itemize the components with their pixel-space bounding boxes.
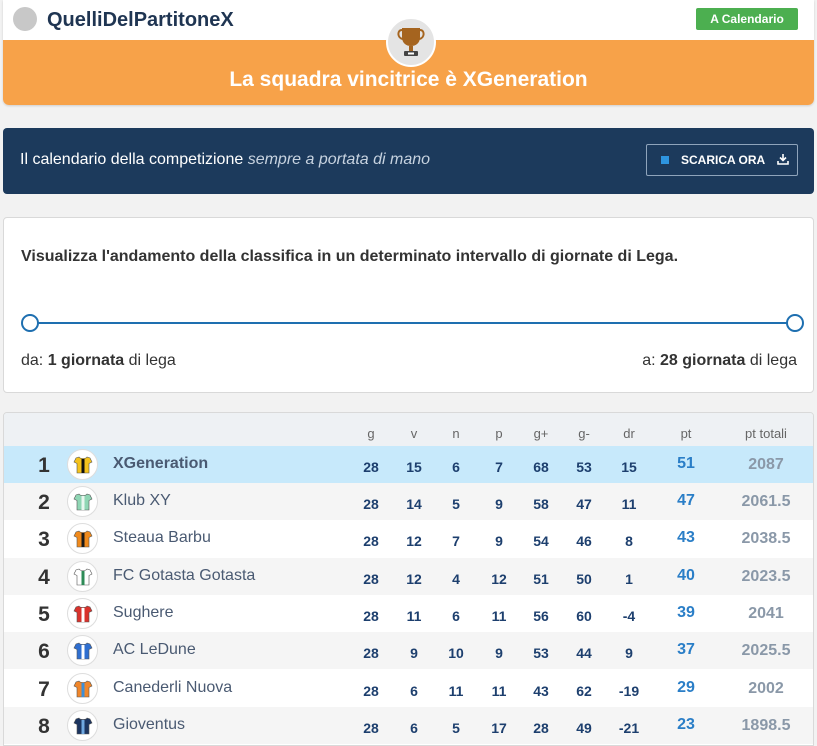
cell-goal-diff: 15 <box>621 459 637 475</box>
table-row[interactable]: 5 Sughere 28 11 6 11 56 60 -4 39 2041 <box>4 595 813 632</box>
rank-position: 2 <box>38 491 50 514</box>
cell-points: 29 <box>677 679 695 696</box>
cell-total-points: 2038.5 <box>741 530 791 547</box>
jersey-icon <box>67 523 98 554</box>
cell-goals-against: 49 <box>576 720 592 736</box>
calendar-button[interactable]: A Calendario <box>696 8 798 30</box>
cell-goal-diff: 9 <box>625 645 633 661</box>
range-to-label: a: 28 giornata di lega <box>642 352 797 370</box>
cell-total-points: 2025.5 <box>741 642 791 659</box>
download-button-label: SCARICA ORA <box>681 153 766 167</box>
range-from-prefix: da: <box>21 352 44 369</box>
winner-text: La squadra vincitrice è XGeneration <box>229 68 588 91</box>
range-from-label: da: 1 giornata di lega <box>21 352 176 370</box>
jersey-icon <box>67 635 98 666</box>
table-row[interactable]: 2 Klub XY 28 14 5 9 58 47 11 47 2061.5 <box>4 483 813 520</box>
banner-text-italic: sempre a portata di mano <box>247 151 431 168</box>
header-points[interactable]: pt <box>661 426 711 441</box>
cell-total-points: 2023.5 <box>741 568 791 585</box>
cell-points: 37 <box>677 641 695 658</box>
cell-goals-against: 46 <box>576 533 592 549</box>
table-row[interactable]: 4 FC Gotasta Gotasta 28 12 4 12 51 50 1 40 2023.5 <box>4 558 813 595</box>
cell-total-points: 2041 <box>748 605 784 622</box>
download-button[interactable]: SCARICA ORA <box>646 144 798 176</box>
rank-position: 3 <box>38 528 50 551</box>
jersey-icon <box>67 486 98 517</box>
header-goal-diff[interactable]: dr <box>604 426 654 441</box>
header-goals-against[interactable]: g- <box>559 426 609 441</box>
cell-points: 40 <box>677 567 695 584</box>
team-name-link[interactable]: Steaua Barbu <box>113 529 211 547</box>
league-header: QuelliDelPartitoneX A Calendario La squa… <box>3 0 814 105</box>
table-row[interactable]: 1 XGeneration 28 15 6 7 68 53 15 51 2087 <box>4 446 813 483</box>
cell-goals-against: 62 <box>576 683 592 699</box>
rank-position: 4 <box>38 566 50 589</box>
range-to-prefix: a: <box>642 352 656 369</box>
square-icon <box>661 156 669 164</box>
cell-goal-diff: -19 <box>618 683 640 699</box>
cell-goal-diff: -4 <box>622 608 636 624</box>
jersey-icon <box>67 561 98 592</box>
rank-position: 7 <box>38 678 50 701</box>
jersey-icon <box>67 449 98 480</box>
range-to-suffix: di lega <box>749 352 797 369</box>
range-to-value: 28 giornata <box>660 352 746 369</box>
cell-total-points: 1898.5 <box>741 717 791 734</box>
cell-goal-diff: 8 <box>625 533 633 549</box>
cell-goals-against: 50 <box>576 571 592 587</box>
jersey-icon <box>67 673 98 704</box>
table-row[interactable]: 6 AC LeDune 28 9 10 9 53 44 9 37 2025.5 <box>4 632 813 669</box>
calendar-download-banner: Il calendario della competizione sempre … <box>3 128 814 194</box>
table-row[interactable]: 7 Canederli Nuova 28 6 11 11 43 62 -19 29 2002 <box>4 670 813 707</box>
range-from-value: 1 giornata <box>47 352 125 369</box>
cell-points: 51 <box>677 455 695 472</box>
team-name-link[interactable]: Gioventus <box>113 716 185 734</box>
cell-total-points: 2087 <box>748 456 784 473</box>
cell-goals-against: 60 <box>576 608 592 624</box>
jersey-icon <box>67 598 98 629</box>
team-name-link[interactable]: Canederli Nuova <box>113 679 232 697</box>
cell-points: 43 <box>677 529 695 546</box>
range-slider-end-handle[interactable] <box>786 314 804 332</box>
header-total-points[interactable]: pt totali <box>731 426 801 441</box>
table-row[interactable]: 3 Steaua Barbu 28 12 7 9 54 46 8 43 2038.5 <box>4 520 813 557</box>
cell-total-points: 2061.5 <box>741 493 791 510</box>
team-name-link[interactable]: XGeneration <box>113 455 208 473</box>
standings-table: g v n p g+ g-dr pt pt totali 1 XGeneration 28 15 6 7… <box>3 412 814 746</box>
cell-goal-diff: 1 <box>625 571 633 587</box>
table-row[interactable]: 8 Gioventus 28 6 5 17 28 49 -21 23 1898.5 <box>4 707 813 744</box>
cell-points: 47 <box>677 492 695 509</box>
banner-text-main: Il calendario della competizione <box>20 151 244 168</box>
range-slider-start-handle[interactable] <box>21 314 39 332</box>
download-icon <box>777 153 790 168</box>
round-range-card: Visualizza l'andamento della classifica … <box>3 217 814 393</box>
cell-goals-against: 44 <box>576 645 592 661</box>
range-slider-track[interactable] <box>30 322 796 324</box>
range-from-suffix: di lega <box>128 352 176 369</box>
cell-total-points: 2002 <box>748 680 784 697</box>
rank-position: 5 <box>38 603 50 626</box>
league-logo-icon <box>13 7 37 31</box>
cell-goal-diff: 11 <box>621 496 637 512</box>
jersey-icon <box>67 710 98 741</box>
cell-goals-against: 47 <box>576 496 592 512</box>
team-name-link[interactable]: FC Gotasta Gotasta <box>113 567 255 585</box>
rank-position: 6 <box>38 640 50 663</box>
cell-goals-against: 53 <box>576 459 592 475</box>
team-name-link[interactable]: AC LeDune <box>113 641 196 659</box>
table-header: g v n p g+ g-dr pt pt totali <box>4 413 813 446</box>
range-title: Visualizza l'andamento della classifica … <box>21 248 679 265</box>
banner-text: Il calendario della competizione sempre … <box>20 151 430 169</box>
cell-points: 23 <box>677 716 695 733</box>
league-name: QuelliDelPartitoneX <box>47 9 234 31</box>
rank-position: 8 <box>38 715 50 738</box>
rank-position: 1 <box>38 454 50 477</box>
cell-goal-diff: -21 <box>618 720 640 736</box>
team-name-link[interactable]: Klub XY <box>113 492 171 510</box>
trophy-icon <box>386 17 436 67</box>
cell-points: 39 <box>677 604 695 621</box>
team-name-link[interactable]: Sughere <box>113 604 174 622</box>
